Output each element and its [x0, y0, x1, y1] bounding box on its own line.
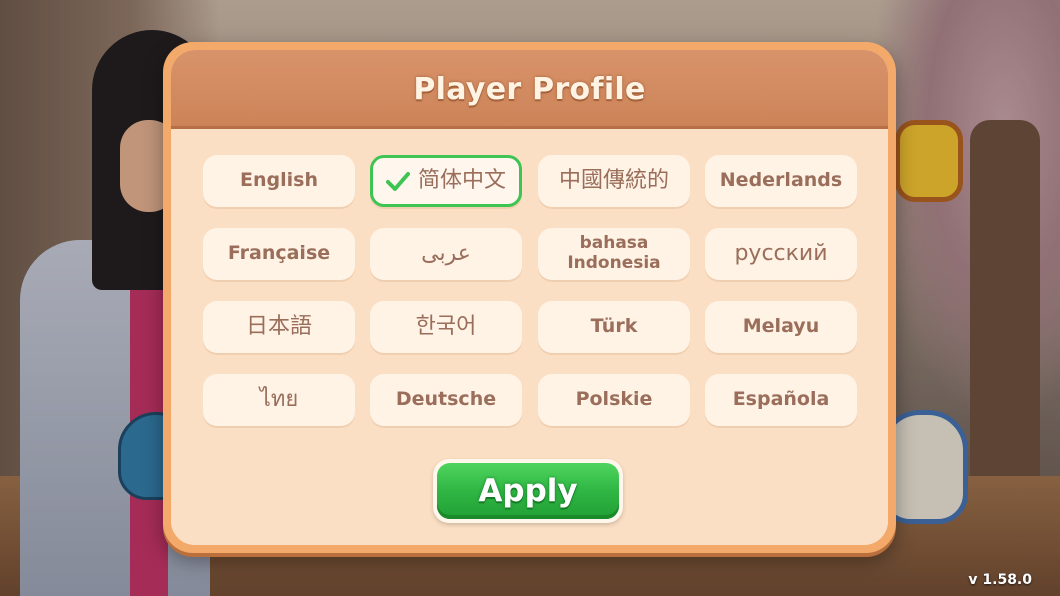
- language-option-label: ไทย: [259, 387, 299, 413]
- apply-button-face[interactable]: Apply: [437, 463, 619, 519]
- language-option-label: Deutsche: [395, 388, 497, 411]
- language-option[interactable]: Polskie: [538, 374, 690, 426]
- language-option[interactable]: Nederlands: [705, 155, 857, 207]
- language-option[interactable]: 简体中文: [370, 155, 522, 207]
- version-label: v 1.58.0: [968, 572, 1032, 588]
- apply-button-label: Apply: [478, 473, 578, 509]
- language-option[interactable]: 中國傳統的: [538, 155, 690, 207]
- language-option[interactable]: 한국어: [370, 301, 522, 353]
- apply-button[interactable]: Apply: [433, 459, 623, 523]
- language-option-label: bahasa Indonesia: [567, 233, 661, 273]
- language-option[interactable]: Türk: [538, 301, 690, 353]
- language-option[interactable]: English: [203, 155, 355, 207]
- language-option-label: Polskie: [575, 388, 653, 411]
- language-option-label: Nederlands: [719, 169, 843, 192]
- language-option-label: 简体中文: [417, 168, 506, 194]
- language-option[interactable]: Deutsche: [370, 374, 522, 426]
- language-option-label: 中國傳統的: [558, 168, 669, 194]
- language-option[interactable]: ไทย: [203, 374, 355, 426]
- language-option-label: Española: [732, 388, 830, 411]
- language-option-label: Melayu: [742, 315, 820, 338]
- language-option[interactable]: bahasa Indonesia: [538, 228, 690, 280]
- language-option-label: 한국어: [415, 314, 477, 340]
- language-option-label: русский: [734, 241, 828, 267]
- language-option[interactable]: Melayu: [705, 301, 857, 353]
- language-option-label: 日本語: [245, 314, 312, 340]
- language-option-label: عربى: [421, 241, 471, 267]
- language-option-label: English: [240, 169, 318, 192]
- language-option-label: Türk: [590, 315, 638, 338]
- language-option-label: Française: [227, 242, 331, 265]
- language-option[interactable]: русский: [705, 228, 857, 280]
- dialog-header: Player Profile: [171, 50, 888, 129]
- language-option[interactable]: Française: [203, 228, 355, 280]
- language-option[interactable]: 日本語: [203, 301, 355, 353]
- checkmark-icon: [385, 172, 410, 191]
- language-option[interactable]: عربى: [370, 228, 522, 280]
- language-option[interactable]: Española: [705, 374, 857, 426]
- dialog-title: Player Profile: [413, 72, 646, 107]
